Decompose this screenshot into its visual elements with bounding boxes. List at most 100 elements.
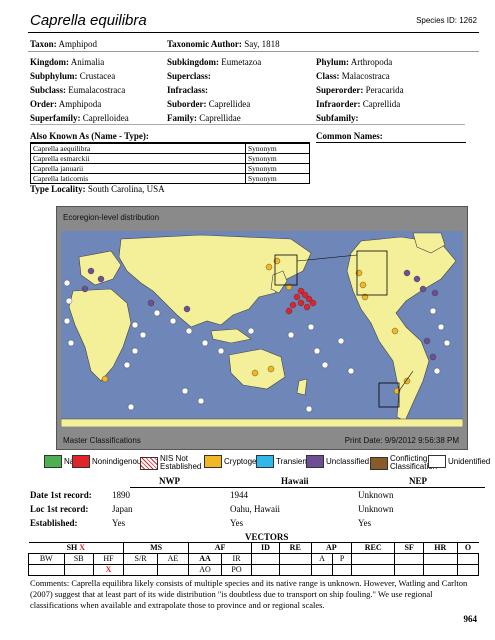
vector-cell: AP bbox=[310, 542, 352, 554]
legend-item: NIS Not Established bbox=[140, 455, 206, 471]
legend-swatch bbox=[204, 455, 222, 468]
vector-cell bbox=[156, 564, 190, 576]
est-nwp: Yes bbox=[112, 518, 126, 528]
infraclass-field: Infraclass: bbox=[167, 85, 208, 95]
vector-cell: SF bbox=[394, 542, 424, 554]
vector-cell bbox=[310, 564, 334, 576]
vector-cell: IR bbox=[220, 553, 253, 565]
divider bbox=[316, 142, 466, 143]
header-rule bbox=[28, 32, 479, 33]
synonym-type: Synonym bbox=[245, 163, 310, 174]
vector-cell: X bbox=[92, 564, 125, 576]
region-header-nwp: NWP bbox=[159, 476, 180, 486]
region-header-nep: NEP bbox=[409, 476, 427, 486]
superorder-field: Superorder: Peracarida bbox=[316, 85, 404, 95]
antarctica-landmass bbox=[61, 418, 463, 427]
world-map bbox=[61, 231, 463, 427]
vector-cell: AE bbox=[156, 553, 190, 565]
comments: Comments: Caprella equilibra likely cons… bbox=[30, 578, 468, 610]
distribution-map: Ecoregion-level distribution Master Clas… bbox=[56, 206, 468, 450]
print-date: Print Date: 9/9/2012 9:56:38 PM bbox=[344, 436, 459, 445]
vector-cell: SB bbox=[63, 553, 94, 565]
divider bbox=[130, 487, 485, 488]
subphylum-field: Subphylum: Crustacea bbox=[30, 71, 116, 81]
synonym-row: Caprella laticornis Synonym bbox=[30, 173, 310, 184]
date-hawaii: 1944 bbox=[230, 490, 248, 500]
synonyms-table: Caprella aequilibra Synonym Caprella esmar… bbox=[30, 143, 310, 184]
map-bottom-label: Master Classifications bbox=[63, 436, 141, 445]
vector-cell bbox=[123, 564, 158, 576]
legend-item: Unidentified bbox=[428, 455, 490, 468]
legend-swatch bbox=[140, 456, 158, 470]
subclass-field: Subclass: Eumalacostraca bbox=[30, 85, 126, 95]
vectors-row: SH X MS AF ID RE AP REC SF HR O bbox=[28, 542, 479, 554]
date-nep: Unknown bbox=[358, 490, 394, 500]
vector-cell: S/R bbox=[123, 553, 158, 565]
page-title: Caprella equilibra bbox=[30, 12, 147, 29]
legend-item: Nonindigenous bbox=[72, 455, 145, 468]
est-hawaii: Yes bbox=[230, 518, 244, 528]
legend-label: NIS Not Established bbox=[160, 454, 202, 471]
loc-hawaii: Oahu, Hawaii bbox=[230, 504, 280, 514]
legend-swatch bbox=[428, 455, 446, 468]
legend-label: Transient bbox=[276, 456, 310, 466]
vector-cell: P bbox=[332, 553, 352, 565]
vector-cell: ID bbox=[251, 542, 280, 554]
vector-cell bbox=[456, 564, 480, 576]
vector-cell: AF bbox=[188, 542, 253, 554]
vector-cell bbox=[332, 564, 352, 576]
synonyms-heading: Also Known As (Name - Type): bbox=[30, 131, 149, 141]
vectors-row: BW SB HF S/R AE AA IR A P bbox=[28, 553, 480, 565]
kingdom-field: Kingdom: Animalia bbox=[30, 57, 105, 67]
legend-swatch bbox=[306, 455, 324, 468]
vector-cell: HF bbox=[92, 553, 125, 565]
class-field: Class: Malacostraca bbox=[316, 71, 390, 81]
synonym-row: Caprella januarii Synonym bbox=[30, 163, 310, 174]
date-first-record-label: Date 1st record: bbox=[30, 490, 92, 500]
map-top-label: Ecoregion-level distribution bbox=[63, 213, 160, 222]
legend-swatch bbox=[44, 455, 62, 468]
vector-cell bbox=[28, 564, 65, 576]
type-locality: Type Locality: South Carolina, USA bbox=[30, 184, 165, 194]
vector-cell bbox=[278, 553, 312, 565]
vector-cell bbox=[422, 564, 458, 576]
legend-item: Transient bbox=[256, 455, 309, 468]
vectors-heading: VECTORS bbox=[245, 532, 289, 542]
synonym-row: Caprella aequilibra Synonym bbox=[30, 143, 310, 154]
vector-cell bbox=[456, 553, 480, 565]
divider bbox=[30, 124, 465, 125]
vector-cell: HR bbox=[422, 542, 458, 554]
divider bbox=[28, 51, 479, 52]
legend-item: Unclassified bbox=[306, 455, 369, 468]
vector-cell bbox=[63, 564, 94, 576]
family-field: Family: Caprellidae bbox=[167, 113, 241, 123]
vectors-row: X AO PO bbox=[28, 564, 480, 576]
vector-cell bbox=[278, 564, 312, 576]
synonym-type: Synonym bbox=[245, 173, 310, 184]
legend-swatch bbox=[72, 455, 90, 468]
phylum-field: Phylum: Arthropoda bbox=[316, 57, 393, 67]
loc-first-record-label: Loc 1st record: bbox=[30, 504, 89, 514]
subkingdom-field: Subkingdom: Eumetazoa bbox=[167, 57, 262, 67]
legend-label: Nonindigenous bbox=[92, 456, 146, 466]
synonym-name: Caprella aequilibra bbox=[30, 143, 246, 154]
vector-cell: AO bbox=[188, 564, 222, 576]
established-label: Established: bbox=[30, 518, 78, 528]
taxon-field: Taxon: Amphipod bbox=[30, 39, 97, 49]
superfamily-field: Superfamily: Caprelloidea bbox=[30, 113, 129, 123]
vector-cell: PO bbox=[220, 564, 253, 576]
subfamily-field: Subfamily: bbox=[316, 113, 359, 123]
author-field: Taxonomic Author: Say, 1818 bbox=[167, 39, 280, 49]
species-id: Species ID: 1262 bbox=[416, 16, 477, 25]
synonym-row: Caprella esmarckii Synonym bbox=[30, 153, 310, 164]
synonym-name: Caprella esmarckii bbox=[30, 153, 246, 164]
vector-cell bbox=[350, 553, 396, 565]
region-header-hawaii: Hawaii bbox=[281, 476, 309, 486]
vector-cell: BW bbox=[28, 553, 65, 565]
vector-cell bbox=[251, 553, 280, 565]
synonym-type: Synonym bbox=[245, 153, 310, 164]
vector-cell: AA bbox=[188, 553, 222, 565]
vector-cell bbox=[394, 553, 424, 565]
vector-cell bbox=[394, 564, 424, 576]
common-names-heading: Common Names: bbox=[316, 131, 383, 141]
